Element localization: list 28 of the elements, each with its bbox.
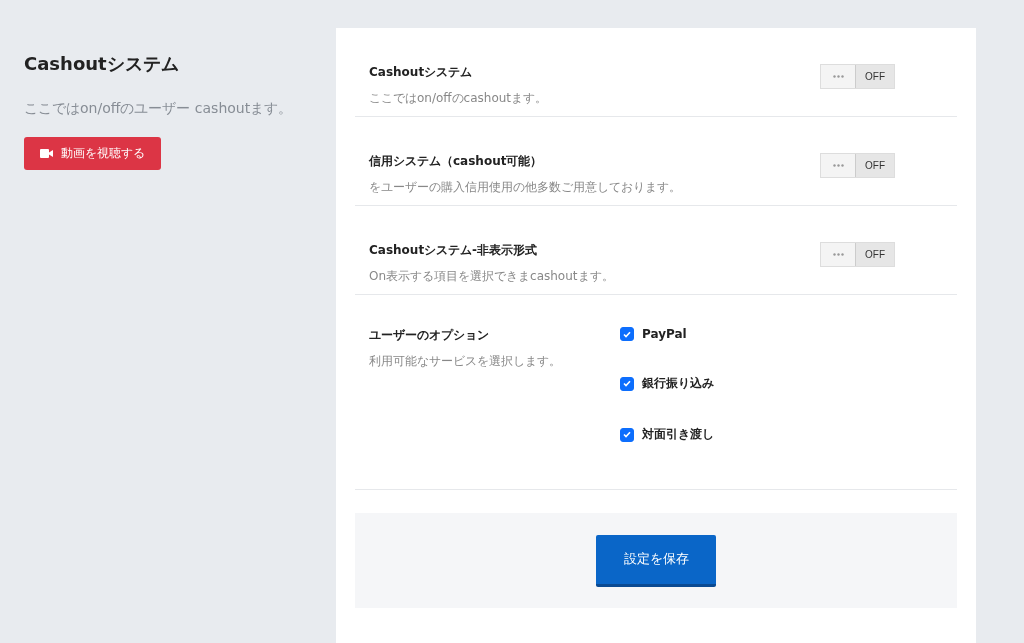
- dots-icon: [832, 164, 844, 167]
- checkbox[interactable]: [620, 427, 634, 442]
- dots-icon: [832, 75, 844, 78]
- option-label: 対面引き渡し: [642, 426, 714, 443]
- toggle-switch[interactable]: OFF: [820, 242, 895, 267]
- checkbox[interactable]: [620, 327, 634, 341]
- checkbox[interactable]: [620, 376, 634, 391]
- check-icon: [623, 431, 631, 438]
- section-title: Cashoutシステム: [24, 52, 179, 76]
- setting-title: Cashoutシステム-非表示形式: [369, 242, 539, 259]
- check-icon: [623, 330, 631, 338]
- option-label: 銀行振り込み: [642, 375, 714, 392]
- toggle-switch[interactable]: OFF: [820, 64, 895, 89]
- save-button[interactable]: 設定を保存: [596, 534, 716, 587]
- toggle-switch[interactable]: OFF: [820, 153, 895, 178]
- check-icon: [623, 380, 631, 387]
- setting-title: 信用システム（cashout可能）: [369, 153, 544, 170]
- setting-description: On表示する項目を選択できまcashoutます。: [369, 268, 614, 285]
- option-label: PayPal: [642, 327, 687, 341]
- options-description: 利用可能なサービスを選択します。: [369, 353, 562, 370]
- watch-video-button[interactable]: 動画を視聴する: [24, 137, 161, 170]
- setting-description: ここではon/offのcashoutます。: [369, 90, 548, 107]
- section-description: ここではon/offのユーザー cashoutます。: [24, 100, 293, 118]
- setting-title: Cashoutシステム: [369, 64, 474, 81]
- options-title: ユーザーのオプション: [369, 327, 490, 344]
- setting-description: をユーザーの購入信用使用の他多数ご用意しております。: [369, 179, 681, 196]
- dots-icon: [832, 253, 844, 256]
- video-camera-icon: [40, 149, 53, 158]
